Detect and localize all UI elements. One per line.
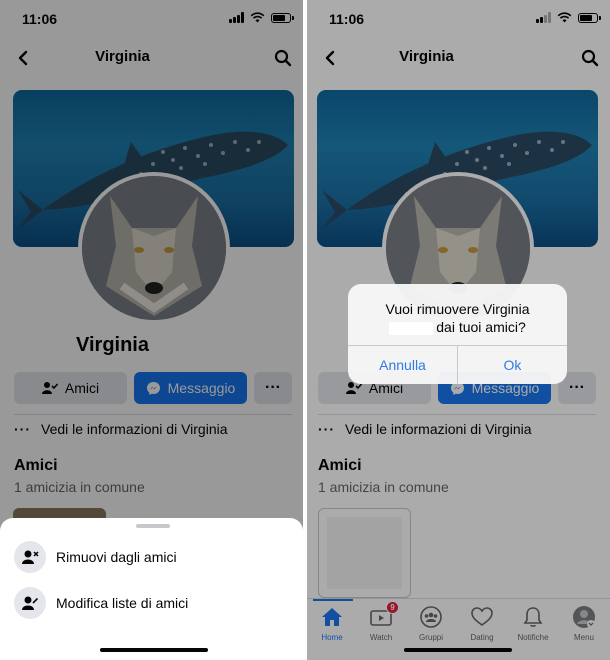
sheet-handle[interactable]	[136, 524, 170, 528]
screen-left: 11:06 Virginia Virginia Amici Messaggio …	[0, 0, 303, 660]
home-indicator	[100, 648, 208, 652]
edit-friend-lists-option[interactable]: Modifica liste di amici	[14, 587, 188, 619]
confirm-dialog: Vuoi rimuovere Virginia dai tuoi amici? …	[348, 284, 567, 384]
cancel-button[interactable]: Annulla	[348, 346, 457, 384]
bottom-sheet: Rimuovi dagli amici Modifica liste di am…	[0, 518, 303, 660]
edit-friend-list-icon	[22, 596, 39, 610]
ok-button[interactable]: Ok	[458, 346, 567, 384]
alert-message: Vuoi rimuovere Virginia dai tuoi amici?	[385, 301, 530, 335]
remove-friend-icon	[22, 550, 39, 564]
redacted-surname	[389, 321, 434, 335]
remove-friend-option[interactable]: Rimuovi dagli amici	[14, 541, 177, 573]
